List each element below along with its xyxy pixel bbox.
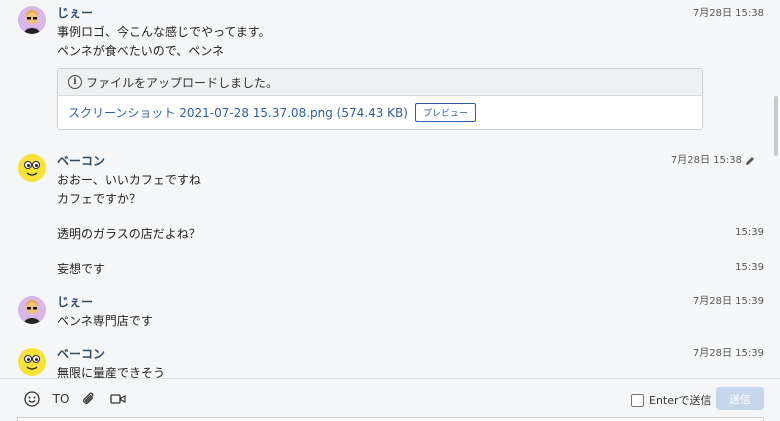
file-attachment-header: i ファイルをアップロードしました。 — [58, 69, 702, 96]
sender-name[interactable]: ベーコン — [57, 153, 105, 169]
message-text: ペンネが食べたいので、ペンネ — [57, 44, 225, 58]
smiley-icon — [24, 391, 40, 407]
timestamp: 7月28日 15:38 — [670, 155, 742, 166]
message-text: 無限に量産できそう — [57, 366, 166, 378]
timestamp: 7月28日 15:38 — [692, 8, 764, 19]
attach-file-button[interactable] — [80, 389, 98, 409]
send-button[interactable]: 送信 — [716, 387, 764, 410]
timestamp: 15:39 — [735, 227, 764, 238]
composer-toolbar: TO Enterで送信 送信 — [0, 378, 780, 421]
message-timeline[interactable]: じぇー 7月28日 15:38 事例ロゴ、今こんな感じでやってます。 ペンネが食… — [0, 0, 780, 378]
enter-to-send-label: Enterで送信 — [649, 394, 712, 407]
scrollbar[interactable] — [774, 96, 778, 156]
video-call-button[interactable] — [108, 389, 128, 409]
sender-name[interactable]: じぇー — [57, 5, 93, 21]
to-button[interactable]: TO — [52, 389, 70, 409]
sender-name[interactable]: じぇー — [57, 294, 93, 310]
enter-to-send-checkbox[interactable] — [631, 393, 644, 407]
message-input[interactable] — [17, 417, 764, 421]
file-row: スクリーンショット 2021-07-28 15.37.08.png (574.4… — [58, 96, 702, 129]
paperclip-icon — [83, 392, 94, 404]
message-text: 透明のガラスの店だよね？ — [57, 227, 201, 241]
timestamp: 15:39 — [735, 262, 764, 273]
sender-name[interactable]: ベーコン — [57, 346, 105, 362]
timestamp: 7月28日 15:39 — [692, 348, 764, 359]
video-icon — [110, 394, 126, 404]
avatar[interactable] — [18, 154, 46, 182]
avatar[interactable] — [18, 348, 46, 376]
file-attachment: i ファイルをアップロードしました。 スクリーンショット 2021-07-28 … — [57, 68, 703, 130]
preview-button[interactable]: プレビュー — [414, 103, 476, 122]
message-text: 事例ロゴ、今こんな感じでやってます。 — [57, 25, 271, 39]
file-upload-notice: ファイルをアップロードしました。 — [86, 75, 279, 90]
to-label: TO — [52, 392, 70, 406]
file-link[interactable]: スクリーンショット 2021-07-28 15.37.08.png (574.4… — [68, 104, 408, 121]
emoji-button[interactable] — [22, 389, 42, 409]
message-text: 妄想です — [57, 262, 106, 276]
info-icon: i — [68, 75, 82, 89]
enter-to-send-toggle[interactable]: Enterで送信 — [631, 392, 712, 408]
message-text: ペンネ専門店です — [57, 314, 153, 328]
message-text: カフェですか？ — [57, 192, 142, 206]
pencil-icon[interactable] — [744, 155, 756, 167]
timestamp: 7月28日 15:39 — [692, 296, 764, 307]
avatar[interactable] — [18, 296, 46, 324]
message-text: おおー、いいカフェですね — [57, 173, 201, 187]
avatar[interactable] — [18, 6, 46, 34]
